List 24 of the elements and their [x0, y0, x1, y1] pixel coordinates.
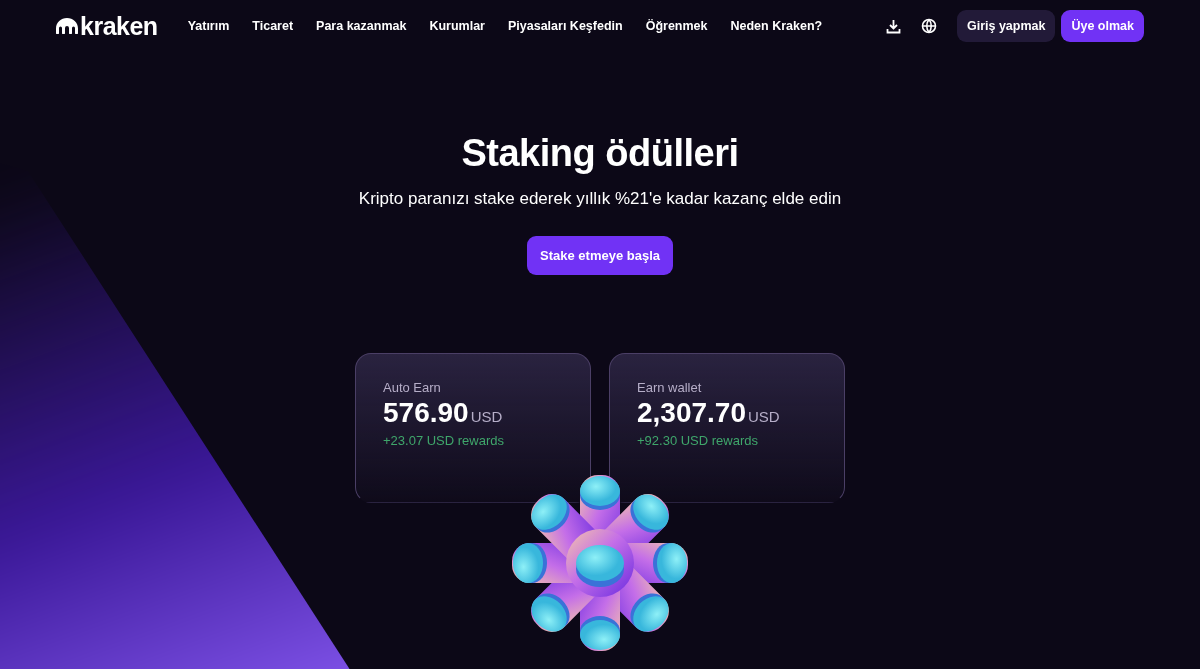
globe-icon[interactable]	[920, 18, 937, 34]
balance-amount: 576.90	[383, 397, 469, 429]
signup-button[interactable]: Üye olmak	[1061, 10, 1144, 42]
login-button[interactable]: Giriş yapmak	[956, 10, 1056, 42]
balance-amount: 2,307.70	[637, 397, 746, 429]
rewards-text: +92.30 USD rewards	[637, 433, 760, 448]
nav-link[interactable]: Neden Kraken?	[730, 19, 823, 33]
currency-label: USD	[470, 408, 503, 425]
card-label: Auto Earn	[383, 380, 442, 395]
hero-title: Staking ödülleri	[461, 132, 739, 175]
logo-icon	[56, 18, 78, 34]
hero-subtitle: Kripto paranızı stake ederek yıllık %21'e kadar kazanç elde edin	[358, 189, 842, 209]
rewards-text: +23.07 USD rewards	[383, 433, 506, 448]
nav-link[interactable]: Piyasaları Keşfedin	[508, 19, 623, 33]
nav-link[interactable]: Yatırım	[187, 19, 230, 33]
stake-button[interactable]: Stake etmeye başla	[527, 236, 673, 275]
nav-link[interactable]: Ticaret	[252, 19, 294, 33]
card-label: Earn wallet	[637, 380, 703, 395]
logo-wordmark[interactable]: kraken	[80, 11, 158, 41]
nav-link[interactable]: Öğrenmek	[645, 19, 708, 33]
currency-label: USD	[748, 408, 780, 425]
nav-link[interactable]: Kurumlar	[429, 19, 485, 33]
nav-link[interactable]: Para kazanmak	[316, 19, 407, 33]
download-icon[interactable]	[885, 18, 901, 34]
